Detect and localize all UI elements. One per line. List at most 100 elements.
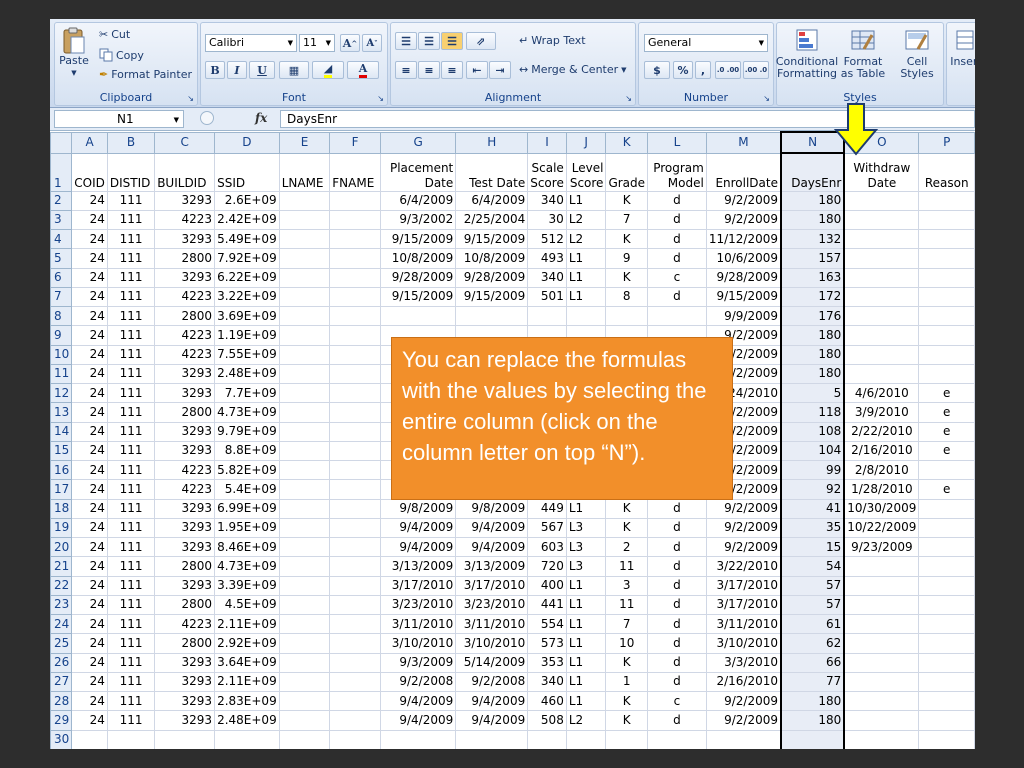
cell[interactable]: 24 (71, 440, 108, 462)
cell[interactable]: 720 (527, 556, 567, 577)
cell[interactable]: 9/15/2009 (705, 286, 782, 308)
cell[interactable]: 7.92E+09 (214, 248, 280, 269)
cell[interactable] (918, 325, 975, 346)
cell[interactable]: 9/3/2002 (379, 209, 457, 231)
cell[interactable]: 6/4/2009 (455, 190, 529, 211)
wrap-text-button[interactable]: ↵ Wrap Text (519, 34, 586, 47)
cell[interactable] (918, 633, 975, 654)
cell[interactable] (329, 575, 381, 596)
orientation-button[interactable]: ⇗ (466, 32, 496, 50)
cell[interactable]: 449 (527, 498, 567, 519)
cell[interactable] (329, 479, 381, 500)
cell[interactable]: L3 (565, 556, 607, 577)
row-header[interactable]: 26 (50, 652, 73, 673)
cell[interactable]: 3293 (154, 363, 216, 385)
cell[interactable]: e (918, 479, 975, 500)
cell[interactable]: 24 (71, 382, 108, 404)
cell[interactable]: 24 (71, 228, 108, 250)
cell[interactable]: d (647, 536, 707, 558)
cell[interactable]: 9 (605, 248, 649, 269)
underline-button[interactable]: U (249, 61, 275, 79)
header-cell[interactable]: COID (71, 152, 108, 192)
cell[interactable] (843, 729, 920, 749)
cell[interactable]: 30 (527, 209, 567, 231)
column-header-d[interactable]: D (214, 131, 280, 154)
cell[interactable]: 3293 (154, 421, 216, 442)
cell[interactable] (329, 498, 381, 519)
cell[interactable]: d (647, 710, 707, 731)
cell[interactable]: 11 (605, 556, 649, 577)
dialog-launcher-icon[interactable]: ↘ (187, 94, 194, 103)
cell[interactable]: L1 (565, 286, 607, 308)
cell[interactable] (918, 248, 975, 269)
cell[interactable]: 10/8/2009 (379, 248, 457, 269)
cell[interactable]: 512 (527, 228, 567, 250)
cell[interactable]: 77 (779, 671, 846, 693)
cell[interactable]: 2.48E+09 (214, 363, 280, 385)
cell[interactable]: 9/2/2008 (455, 671, 529, 693)
cell[interactable] (329, 325, 381, 346)
header-cell[interactable]: DISTID (106, 152, 156, 192)
cell[interactable]: 9/4/2009 (379, 710, 457, 731)
cell[interactable]: e (918, 382, 975, 404)
cell[interactable]: d (647, 594, 707, 616)
cell[interactable]: d (647, 633, 707, 654)
cell[interactable]: 554 (527, 613, 567, 635)
column-header-l[interactable]: L (647, 131, 707, 154)
cell[interactable] (278, 710, 331, 731)
cell[interactable]: 3293 (154, 517, 216, 539)
cell[interactable]: 340 (527, 190, 567, 211)
cell[interactable]: L3 (565, 536, 607, 558)
cell[interactable] (278, 613, 331, 635)
row-header[interactable]: 12 (50, 382, 73, 404)
cell[interactable]: 35 (779, 517, 846, 539)
cell[interactable]: 603 (527, 536, 567, 558)
cell[interactable]: d (647, 498, 707, 519)
cell[interactable]: 9/4/2009 (455, 536, 529, 558)
cell[interactable]: 5.4E+09 (214, 479, 280, 500)
cell[interactable]: 2800 (154, 594, 216, 616)
cell[interactable]: K (605, 267, 649, 288)
row-header[interactable]: 15 (50, 440, 73, 462)
cell[interactable]: 2.11E+09 (214, 613, 280, 635)
cell[interactable]: 24 (71, 402, 108, 423)
cell[interactable]: 3293 (154, 440, 216, 462)
cell[interactable]: 9/4/2009 (379, 517, 457, 539)
cell[interactable]: 11/12/2009 (705, 228, 782, 250)
cell[interactable] (647, 729, 707, 749)
cell[interactable]: 111 (106, 652, 156, 673)
cell[interactable]: 24 (71, 633, 108, 654)
cell[interactable]: 111 (106, 671, 156, 693)
cell[interactable]: 567 (527, 517, 567, 539)
row-header[interactable]: 28 (50, 690, 73, 712)
cell[interactable]: 3/10/2010 (455, 633, 529, 654)
cell[interactable]: d (647, 671, 707, 693)
cell[interactable] (918, 690, 975, 712)
cell[interactable] (918, 594, 975, 616)
cell[interactable]: L1 (565, 575, 607, 596)
cell[interactable] (918, 729, 975, 749)
cell[interactable]: 111 (106, 267, 156, 288)
cell[interactable]: 3/17/2010 (705, 594, 782, 616)
align-top-button[interactable]: ☰ (395, 32, 417, 50)
cell[interactable]: 41 (779, 498, 846, 519)
row-header[interactable]: 4 (50, 228, 73, 250)
cell[interactable] (843, 209, 920, 231)
cell[interactable]: 111 (106, 286, 156, 308)
cell[interactable] (843, 652, 920, 673)
cell[interactable]: 2800 (154, 402, 216, 423)
cell[interactable]: 4223 (154, 325, 216, 346)
cell[interactable]: 24 (71, 671, 108, 693)
increase-decimal-button[interactable]: .0 .00 (715, 61, 741, 79)
cell[interactable]: 157 (779, 248, 846, 269)
cell[interactable] (329, 286, 381, 308)
cell[interactable]: d (647, 575, 707, 596)
cell[interactable]: 3293 (154, 498, 216, 519)
cell[interactable] (278, 479, 331, 500)
cell[interactable] (329, 633, 381, 654)
cell[interactable]: 9/4/2009 (455, 517, 529, 539)
cell[interactable]: 340 (527, 671, 567, 693)
row-header[interactable]: 20 (50, 536, 73, 558)
cell-styles-button[interactable]: Cell Styles (891, 27, 943, 80)
cell[interactable]: 3293 (154, 382, 216, 404)
